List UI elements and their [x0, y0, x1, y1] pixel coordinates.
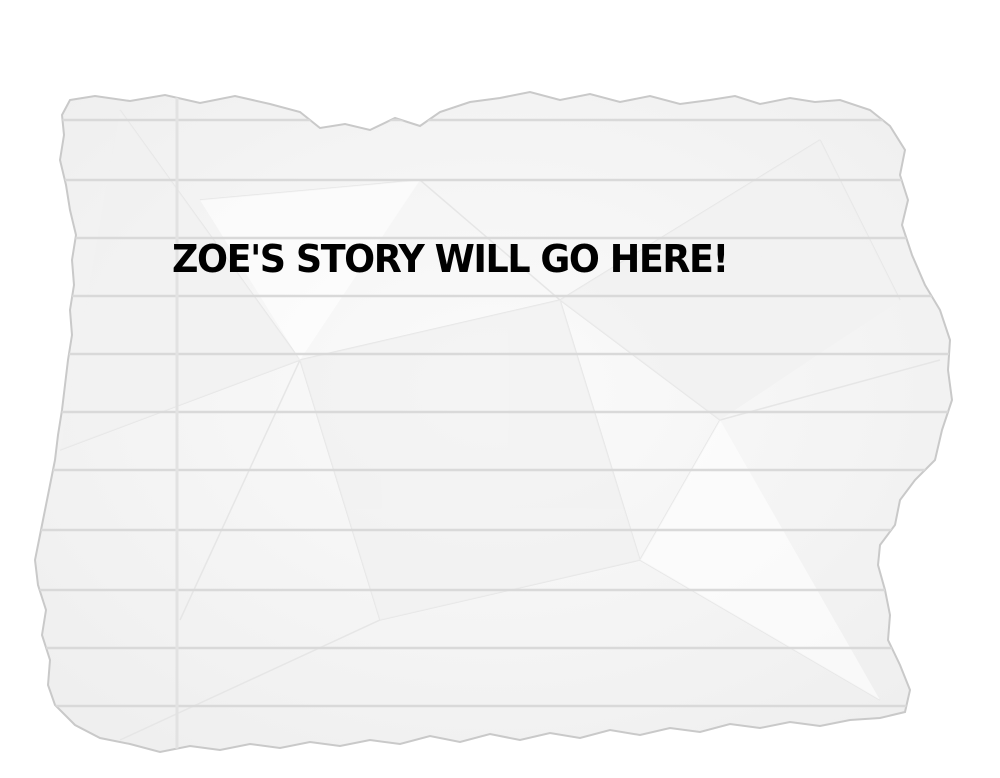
story-placeholder-text: ZOE'S STORY WILL GO HERE! — [172, 237, 729, 281]
torn-paper-graphic — [33, 90, 954, 754]
page-canvas: ZOE'S STORY WILL GO HERE! — [0, 0, 1000, 778]
